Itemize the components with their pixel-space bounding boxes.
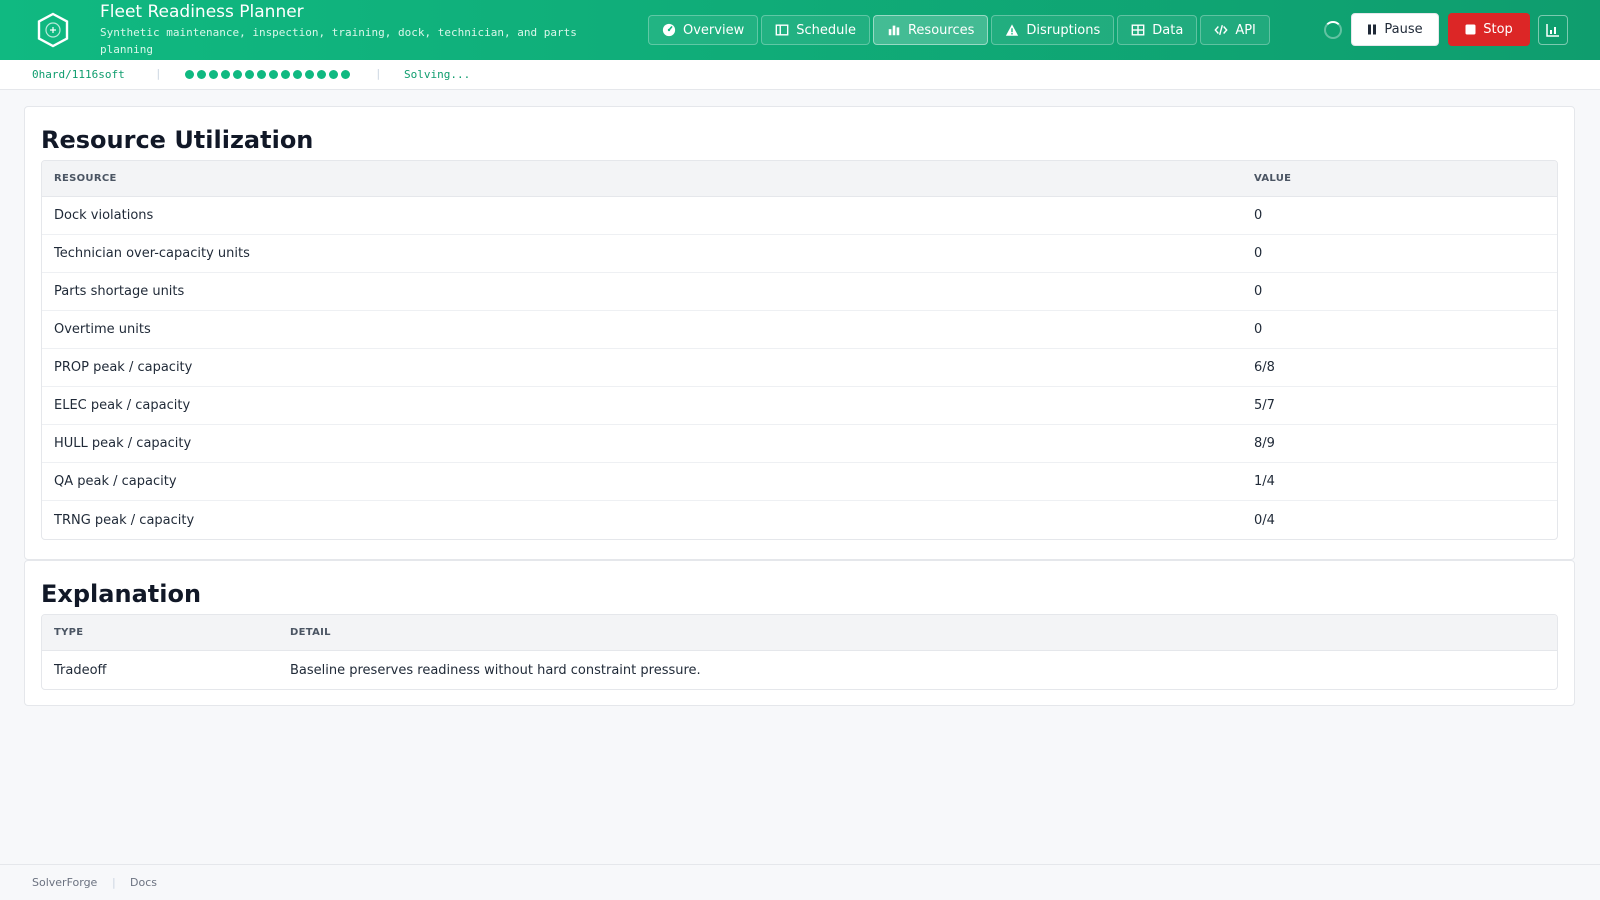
explanation-table: TYPE DETAIL Tradeoff Baseline preserves r… [41, 614, 1558, 690]
divider: | [112, 876, 116, 889]
tab-resources[interactable]: Resources [872, 15, 989, 45]
gauge-icon [662, 23, 676, 37]
panel-title: Explanation [41, 580, 202, 608]
column-header-detail: DETAIL [290, 627, 331, 638]
loading-spinner-icon [1324, 21, 1342, 39]
column-header-type: TYPE [54, 627, 84, 638]
column-header-value: VALUE [1254, 173, 1292, 184]
resource-name: Overtime units [54, 322, 151, 337]
resource-name: PROP peak / capacity [54, 360, 193, 375]
resource-name: Technician over-capacity units [54, 246, 250, 261]
table-row: Overtime units 0 [42, 311, 1557, 349]
tab-label: Overview [683, 22, 745, 38]
app-header: Fleet Readiness Planner Synthetic mainte… [0, 0, 1600, 60]
tab-overview[interactable]: Overview [648, 15, 759, 45]
explanation-detail: Baseline preserves readiness without har… [290, 662, 701, 678]
logo-icon [36, 12, 70, 48]
tab-label: Data [1152, 22, 1184, 38]
tab-schedule[interactable]: Schedule [761, 15, 870, 45]
resource-value: 0/4 [1254, 512, 1275, 528]
stop-button[interactable]: Stop [1448, 13, 1530, 46]
table-row: HULL peak / capacity 8/9 [42, 425, 1557, 463]
panel-title: Resource Utilization [41, 126, 314, 154]
progress-dot [293, 70, 302, 79]
analysis-chart-button[interactable] [1538, 15, 1568, 45]
progress-dot [233, 70, 242, 79]
line-chart-icon [1546, 24, 1559, 37]
score-readout: 0hard/1116soft [32, 68, 125, 81]
table-row: TRNG peak / capacity 0/4 [42, 501, 1557, 539]
tab-label: API [1235, 22, 1256, 38]
table-row: ELEC peak / capacity 5/7 [42, 387, 1557, 425]
code-icon [1214, 25, 1228, 35]
tab-disruptions[interactable]: Disruptions [991, 15, 1115, 45]
progress-dot [257, 70, 266, 79]
table-icon [1131, 24, 1145, 36]
resource-value: 0 [1254, 322, 1263, 337]
tab-label: Resources [907, 22, 975, 38]
tab-api[interactable]: API [1200, 15, 1270, 45]
resource-table: RESOURCE VALUE Dock violations 0 Technicia… [41, 160, 1558, 540]
resource-value: 0 [1254, 246, 1263, 261]
resource-name: Parts shortage units [54, 284, 185, 299]
resource-name: ELEC peak / capacity [54, 398, 191, 413]
resource-value: 0 [1254, 208, 1263, 223]
progress-dot [305, 70, 314, 79]
table-row: Dock violations 0 [42, 197, 1557, 235]
table-row: Technician over-capacity units 0 [42, 235, 1557, 273]
footer-link-solverforge[interactable]: SolverForge [32, 865, 97, 900]
divider: | [375, 67, 382, 80]
progress-dot [341, 70, 350, 79]
progress-dot [197, 70, 206, 79]
calendar-icon [775, 24, 789, 36]
progress-dot [221, 70, 230, 79]
column-header-resource: RESOURCE [54, 173, 117, 184]
resource-value: 8/9 [1254, 436, 1275, 451]
progress-dots [185, 70, 350, 79]
progress-dot [269, 70, 278, 79]
resource-name: QA peak / capacity [54, 474, 177, 489]
progress-dot [281, 70, 290, 79]
resource-name: TRNG peak / capacity [54, 512, 195, 528]
solver-status: Solving... [404, 68, 471, 81]
resource-value: 5/7 [1254, 398, 1275, 413]
table-row: Parts shortage units 0 [42, 273, 1557, 311]
table-row: Tradeoff Baseline preserves readiness wit… [42, 651, 1557, 689]
progress-dot [329, 70, 338, 79]
stop-label: Stop [1483, 22, 1513, 37]
progress-dot [209, 70, 218, 79]
progress-dot [317, 70, 326, 79]
progress-dot [185, 70, 194, 79]
pause-button[interactable]: Pause [1351, 13, 1439, 46]
tab-label: Schedule [796, 22, 856, 38]
stop-icon [1465, 24, 1476, 35]
resource-value: 1/4 [1254, 474, 1275, 489]
table-header: RESOURCE VALUE [42, 161, 1557, 197]
resource-value: 6/8 [1254, 360, 1275, 375]
table-row: PROP peak / capacity 6/8 [42, 349, 1557, 387]
table-row: QA peak / capacity 1/4 [42, 463, 1557, 501]
tab-label: Disruptions [1026, 22, 1101, 38]
app-subtitle: Synthetic maintenance, inspection, train… [100, 26, 577, 56]
pause-icon [1368, 24, 1377, 35]
footer: SolverForge | Docs [0, 864, 1600, 900]
pause-label: Pause [1384, 22, 1423, 37]
status-bar: 0hard/1116soft | | Solving... [0, 60, 1600, 90]
progress-dot [245, 70, 254, 79]
tab-data[interactable]: Data [1117, 15, 1198, 45]
resource-utilization-panel: Resource Utilization RESOURCE VALUE Dock… [24, 106, 1575, 560]
footer-link-docs[interactable]: Docs [130, 865, 157, 900]
table-header: TYPE DETAIL [42, 615, 1557, 651]
resource-name: HULL peak / capacity [54, 436, 192, 451]
resource-value: 0 [1254, 284, 1263, 299]
resource-name: Dock violations [54, 208, 154, 223]
divider: | [155, 67, 162, 80]
explanation-panel: Explanation TYPE DETAIL Tradeoff Baseline… [24, 560, 1575, 706]
main-tabs: Overview Schedule Resources Disruptions … [648, 15, 1270, 45]
bar-chart-icon [888, 25, 900, 36]
app-title: Fleet Readiness Planner [100, 2, 304, 22]
warning-icon [1006, 24, 1019, 36]
explanation-type: Tradeoff [54, 662, 107, 678]
